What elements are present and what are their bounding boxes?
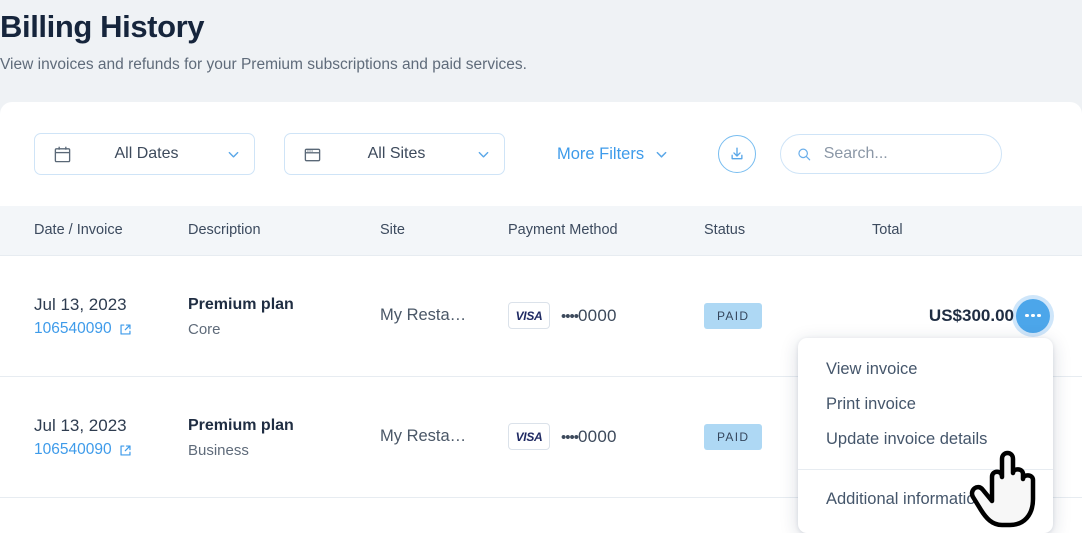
card-number: ••••0000: [561, 427, 617, 447]
card-last4: 0000: [578, 426, 617, 446]
download-icon: [731, 147, 743, 160]
total-amount: US$300.00: [928, 305, 1014, 325]
external-link-icon: [120, 323, 131, 335]
menu-item-update-invoice-details[interactable]: Update invoice details: [798, 422, 1053, 457]
card-mask: ••••: [561, 307, 579, 325]
plan-tier: Business: [188, 441, 249, 459]
chevron-down-icon: [656, 151, 667, 158]
table-header: Date / Invoice Description Site Payment …: [0, 206, 1082, 255]
invoice-number: 106540090: [34, 441, 112, 458]
more-filters-label: More Filters: [557, 144, 645, 163]
menu-item-view-invoice[interactable]: View invoice: [798, 352, 1053, 387]
site-filter-label: All Sites: [367, 145, 426, 162]
menu-item-print-invoice[interactable]: Print invoice: [798, 387, 1053, 422]
visa-card-icon: VISA: [508, 302, 550, 329]
site-filter-dropdown[interactable]: All Sites: [284, 133, 505, 175]
invoice-link[interactable]: 106540090: [34, 441, 132, 459]
date-filter-dropdown[interactable]: All Dates: [34, 133, 255, 175]
visa-label: VISA: [515, 308, 543, 323]
site-name: My Resta…: [380, 306, 467, 324]
table-header-row: Date / Invoice Description Site Payment …: [0, 206, 1082, 255]
chevron-down-icon: [228, 151, 239, 158]
cell-payment-method: VISA ••••0000: [508, 254, 704, 377]
cell-date-invoice: Jul 13, 2023 106540090: [0, 254, 188, 377]
plan-name: Premium plan: [188, 416, 294, 434]
menu-item-additional-information[interactable]: Additional information: [798, 482, 1053, 517]
page-header: Billing History View invoices and refund…: [0, 0, 1082, 102]
column-header-status: Status: [704, 222, 746, 239]
column-header-description: Description: [188, 222, 261, 239]
column-header-actions: [1014, 206, 1082, 255]
status-badge: PAID: [704, 423, 763, 450]
more-filters-button[interactable]: More Filters: [557, 145, 668, 164]
cell-payment-method: VISA ••••0000: [508, 376, 704, 498]
filter-toolbar: All Dates All Sites More Filters: [0, 102, 1082, 206]
plan-name: Premium plan: [188, 295, 294, 313]
invoice-date: Jul 13, 2023: [34, 416, 127, 435]
chevron-down-icon: [478, 151, 489, 158]
column-header-total: Total: [872, 222, 903, 239]
invoice-date: Jul 13, 2023: [34, 295, 127, 314]
page-subtitle: View invoices and refunds for your Premi…: [0, 56, 527, 73]
cell-site: My Resta…: [380, 254, 508, 377]
row-actions-menu: View invoice Print invoice Update invoic…: [798, 338, 1053, 533]
card-last4: 0000: [578, 305, 617, 325]
invoice-link[interactable]: 106540090: [34, 320, 132, 338]
search-icon: [798, 148, 811, 160]
menu-divider: [798, 469, 1053, 470]
invoice-number: 106540090: [34, 320, 112, 337]
date-filter-label: All Dates: [114, 145, 179, 162]
card-number: ••••0000: [561, 306, 617, 326]
plan-tier: Core: [188, 320, 221, 338]
external-link-icon: [120, 444, 131, 456]
kebab-dot: [1025, 313, 1029, 318]
page-title: Billing History: [0, 9, 205, 44]
column-header-site: Site: [380, 222, 405, 239]
kebab-dot: [1037, 313, 1041, 318]
cell-date-invoice: Jul 13, 2023 106540090: [0, 376, 188, 498]
row-actions-button[interactable]: [1016, 298, 1050, 333]
kebab-dot: [1031, 313, 1035, 318]
status-badge: PAID: [704, 302, 763, 329]
window-icon: [304, 148, 321, 161]
visa-label: VISA: [515, 429, 543, 444]
cell-description: Premium plan Core: [188, 254, 380, 377]
download-button[interactable]: [718, 135, 757, 173]
cell-site: My Resta…: [380, 376, 508, 498]
search-box[interactable]: [780, 134, 1003, 174]
cell-description: Premium plan Business: [188, 376, 380, 498]
column-header-payment: Payment Method: [508, 222, 618, 239]
visa-card-icon: VISA: [508, 423, 550, 450]
column-header-date: Date / Invoice: [34, 222, 123, 239]
calendar-icon: [54, 146, 71, 162]
site-name: My Resta…: [380, 427, 467, 445]
search-input[interactable]: [823, 145, 986, 163]
card-mask: ••••: [561, 428, 579, 446]
